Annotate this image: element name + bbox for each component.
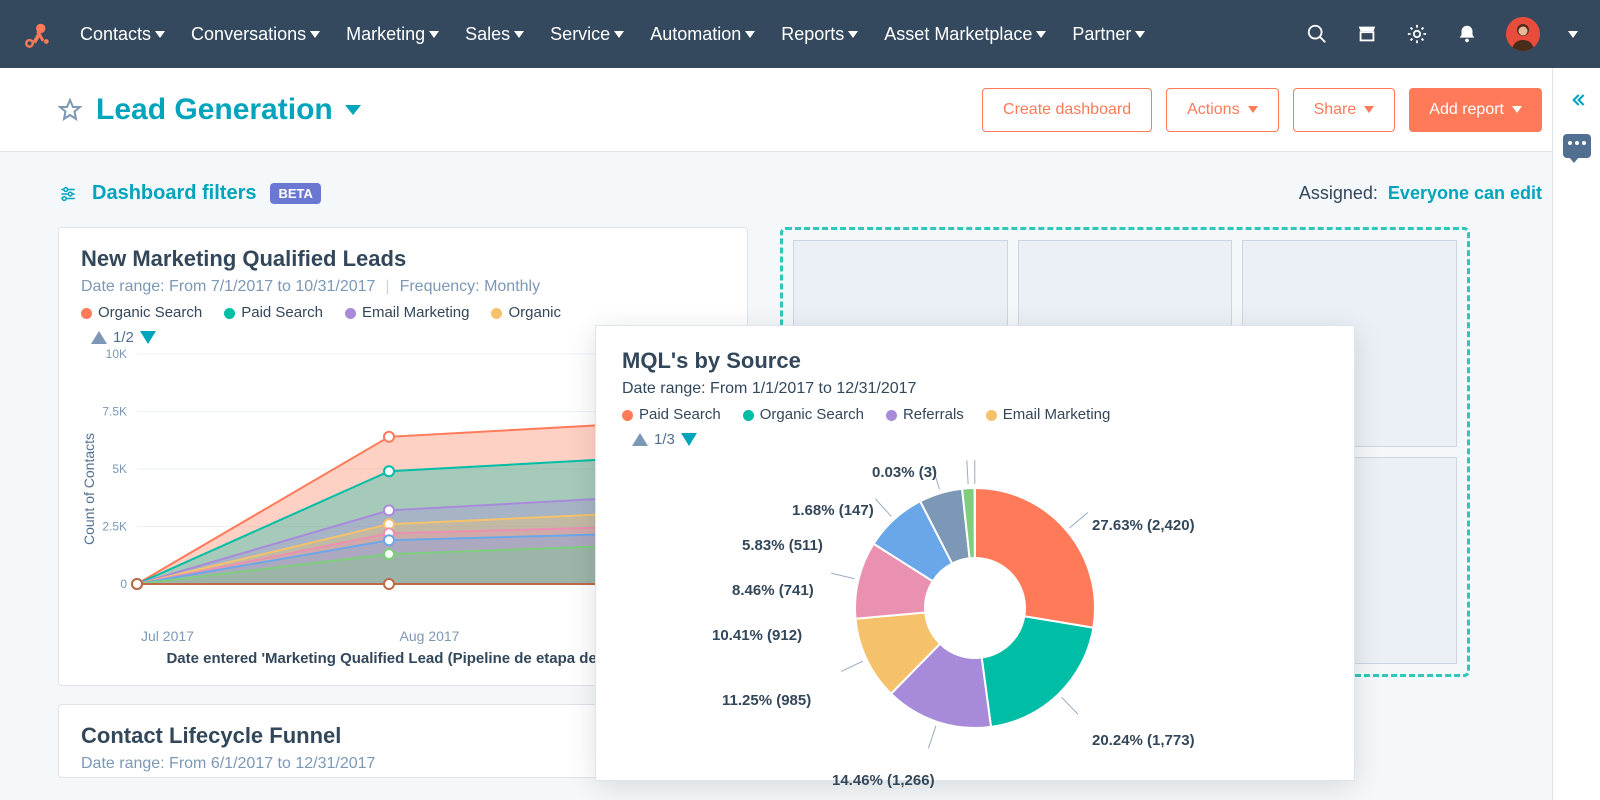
pager-next-icon[interactable]: [681, 433, 697, 446]
account-caret-icon[interactable]: [1568, 31, 1578, 38]
bell-icon[interactable]: [1456, 23, 1478, 45]
favorite-star-icon[interactable]: [58, 98, 82, 122]
search-icon[interactable]: [1306, 23, 1328, 45]
nav-reports[interactable]: Reports: [781, 24, 858, 45]
mql-card-title: New Marketing Qualified Leads: [81, 246, 725, 272]
hubspot-logo-icon[interactable]: [22, 19, 52, 49]
top-nav: Contacts Conversations Marketing Sales S…: [0, 0, 1600, 68]
nav-automation[interactable]: Automation: [650, 24, 755, 45]
mql-card-meta: Date range: From 7/1/2017 to 10/31/2017|…: [81, 278, 725, 296]
pie-legend: Paid Search Organic Search Referrals Ema…: [622, 398, 1328, 423]
svg-text:5K: 5K: [112, 462, 127, 476]
pager-prev-icon[interactable]: [91, 331, 107, 344]
assigned-text: Assigned: Everyone can edit: [1299, 183, 1542, 204]
nav-asset-marketplace[interactable]: Asset Marketplace: [884, 24, 1046, 45]
share-button[interactable]: Share: [1293, 88, 1396, 132]
nav-conversations[interactable]: Conversations: [191, 24, 320, 45]
nav-sales[interactable]: Sales: [465, 24, 524, 45]
pie-legend-pager[interactable]: 1/3: [622, 423, 1328, 452]
svg-text:10K: 10K: [106, 347, 127, 361]
nav-items: Contacts Conversations Marketing Sales S…: [80, 24, 1306, 45]
svg-text:0: 0: [120, 577, 127, 591]
collapse-icon[interactable]: [1567, 90, 1587, 110]
y-axis-label: Count of Contacts: [81, 433, 97, 545]
add-report-button[interactable]: Add report: [1409, 88, 1542, 132]
marketplace-icon[interactable]: [1356, 23, 1378, 45]
dashboard-select-caret-icon: [345, 105, 361, 115]
beta-badge: BETA: [270, 183, 320, 204]
pie-title: MQL's by Source: [622, 348, 1328, 374]
filters-icon[interactable]: [58, 185, 78, 203]
pager-next-icon[interactable]: [140, 331, 156, 344]
nav-partner[interactable]: Partner: [1072, 24, 1145, 45]
create-dashboard-button[interactable]: Create dashboard: [982, 88, 1152, 132]
nav-right: [1306, 17, 1578, 51]
avatar[interactable]: [1506, 17, 1540, 51]
pager-prev-icon[interactable]: [632, 433, 648, 446]
mql-source-card-floating[interactable]: MQL's by Source Date range: From 1/1/201…: [595, 325, 1355, 781]
mql-legend: Organic Search Paid Search Email Marketi…: [81, 296, 725, 321]
gear-icon[interactable]: [1406, 23, 1428, 45]
nav-contacts[interactable]: Contacts: [80, 24, 165, 45]
page-title[interactable]: Lead Generation: [96, 93, 361, 127]
assigned-link[interactable]: Everyone can edit: [1388, 183, 1542, 203]
svg-text:7.5K: 7.5K: [102, 405, 127, 419]
nav-marketing[interactable]: Marketing: [346, 24, 439, 45]
pie-meta: Date range: From 1/1/2017 to 12/31/2017: [622, 380, 1328, 398]
svg-text:2.5K: 2.5K: [102, 520, 127, 534]
filters-row: Dashboard filters BETA Assigned: Everyon…: [58, 182, 1542, 205]
donut-chart: 27.63% (2,420)20.24% (1,773)14.46% (1,26…: [622, 452, 1328, 758]
nav-service[interactable]: Service: [550, 24, 624, 45]
filters-link[interactable]: Dashboard filters: [92, 182, 256, 205]
dashboard-header: Lead Generation Create dashboard Actions…: [0, 68, 1600, 152]
actions-button[interactable]: Actions: [1166, 88, 1278, 132]
